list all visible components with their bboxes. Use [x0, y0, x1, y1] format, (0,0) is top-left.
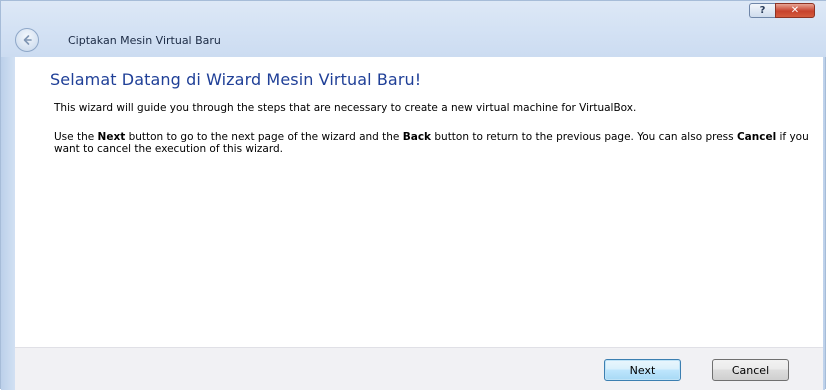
wizard-window: ? ✕ Ciptakan Mesin Virtual Baru Selamat …	[0, 0, 826, 390]
close-icon: ✕	[790, 4, 800, 16]
back-button[interactable]	[15, 28, 39, 52]
window-frame-left	[1, 1, 15, 390]
page-heading: Selamat Datang di Wizard Mesin Virtual B…	[50, 70, 422, 89]
help-icon: ?	[759, 4, 766, 16]
next-button[interactable]: Next	[604, 359, 681, 381]
close-button[interactable]: ✕	[775, 3, 815, 18]
window-title: Ciptakan Mesin Virtual Baru	[68, 34, 221, 47]
instructions-part-3: button to return to the previous page. Y…	[431, 131, 737, 143]
help-button[interactable]: ?	[749, 3, 775, 18]
button-bar: Next Cancel	[15, 347, 823, 390]
back-keyword: Back	[402, 131, 432, 143]
cancel-button[interactable]: Cancel	[712, 359, 789, 381]
instructions-part-2: button to go to the next page of the wiz…	[125, 131, 403, 143]
instructions-text: Use the Next button to go to the next pa…	[54, 131, 824, 155]
back-arrow-icon	[23, 35, 32, 45]
next-keyword: Next	[97, 131, 126, 143]
intro-text: This wizard will guide you through the s…	[54, 102, 637, 114]
instructions-part-1: Use the	[54, 131, 98, 143]
cancel-keyword: Cancel	[736, 131, 777, 143]
title-bar[interactable]: ? ✕ Ciptakan Mesin Virtual Baru	[1, 1, 826, 57]
wizard-page: Selamat Datang di Wizard Mesin Virtual B…	[15, 57, 823, 347]
caption-buttons: ? ✕	[749, 3, 815, 19]
